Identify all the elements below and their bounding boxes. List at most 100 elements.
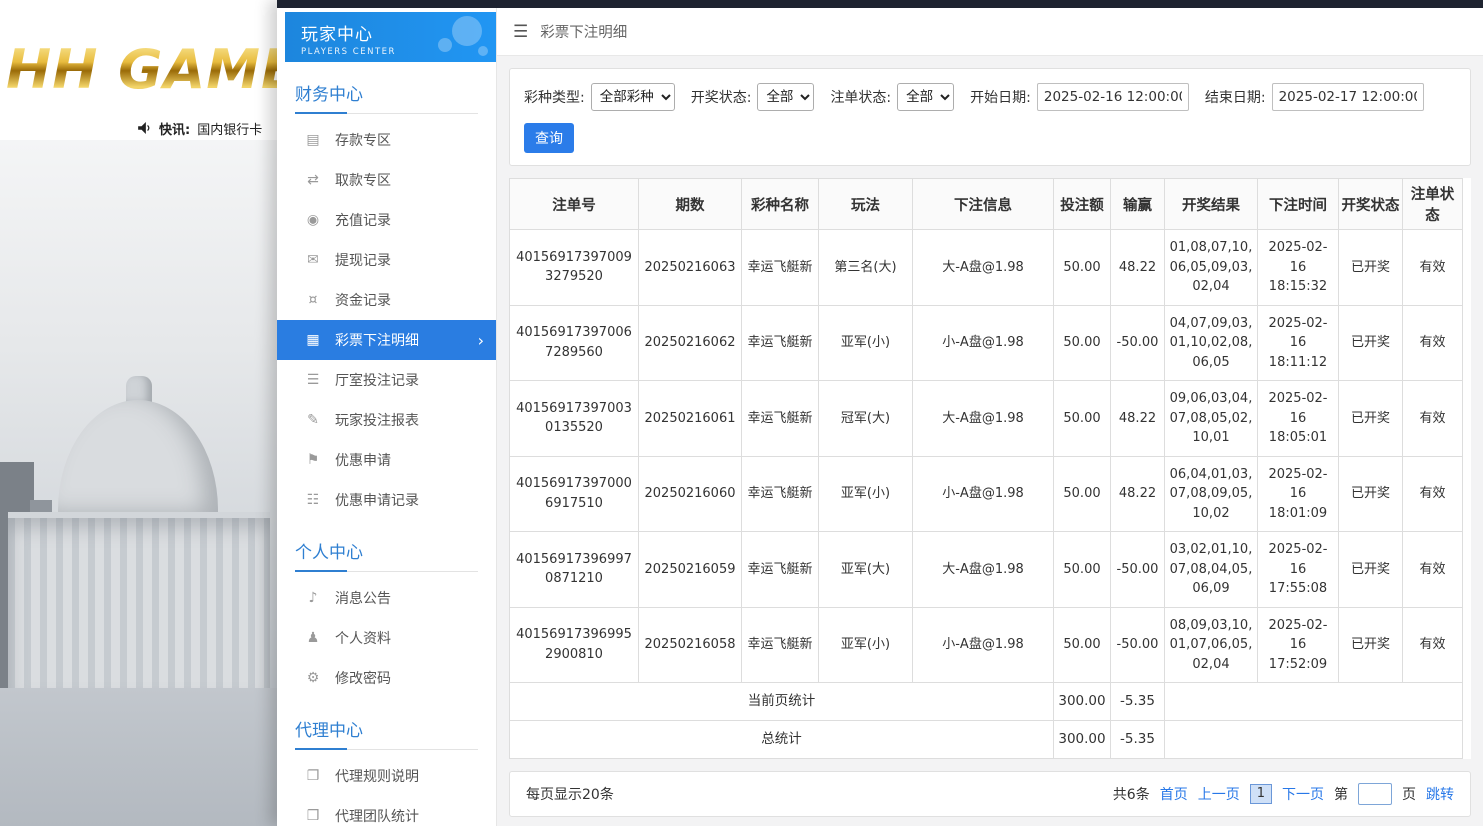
change-password-icon: ⚙ bbox=[303, 670, 323, 686]
table-cell: 幸运飞艇新 bbox=[742, 532, 819, 608]
table-row: 40156917397009327952020250216063幸运飞艇新第三名… bbox=[510, 230, 1463, 306]
table-cell: 20250216062 bbox=[639, 305, 742, 381]
bet-status-select[interactable]: 全部 bbox=[897, 83, 954, 111]
table-cell: 幸运飞艇新 bbox=[742, 607, 819, 683]
column-header: 注单状态 bbox=[1403, 179, 1463, 230]
summary-row: 总统计300.00-5.35 bbox=[510, 721, 1463, 759]
draw-status-select[interactable]: 全部 bbox=[757, 83, 814, 111]
promo-application-icon: ⚑ bbox=[303, 452, 323, 468]
table-cell: 401569173969970871210 bbox=[510, 532, 639, 608]
sidebar-item-label: 玩家投注报表 bbox=[335, 410, 419, 430]
sidebar-item-recharge-records[interactable]: ◉充值记录 bbox=[295, 200, 486, 240]
table-cell: 2025-02-16 17:52:09 bbox=[1258, 607, 1339, 683]
table-cell: 401569173970030135520 bbox=[510, 381, 639, 457]
table-cell: 01,08,07,10,06,05,09,03,02,04 bbox=[1165, 230, 1258, 306]
page-suffix-text: 页 bbox=[1402, 784, 1416, 804]
sidebar-item-label: 资金记录 bbox=[335, 290, 391, 310]
summary-bet-amount: 300.00 bbox=[1054, 721, 1111, 759]
sidebar-item-change-password[interactable]: ⚙修改密码 bbox=[295, 658, 486, 698]
table-cell: 亚军(小) bbox=[819, 305, 913, 381]
sidebar-item-hall-bet-records[interactable]: ☰厅室投注记录 bbox=[295, 360, 486, 400]
sidebar-item-agent-team-stats[interactable]: ❒代理团队统计 bbox=[295, 796, 486, 826]
column-header: 开奖结果 bbox=[1165, 179, 1258, 230]
table-cell: 03,02,01,10,07,08,04,05,06,09 bbox=[1165, 532, 1258, 608]
sidebar-item-label: 优惠申请记录 bbox=[335, 490, 419, 510]
site-background: HH GAME 快讯: 国内银行卡 bbox=[0, 0, 277, 826]
page-title: 彩票下注明细 bbox=[540, 21, 627, 42]
sidebar-item-label: 厅室投注记录 bbox=[335, 370, 419, 390]
total-count-text: 共6条 bbox=[1113, 784, 1150, 804]
end-date-input[interactable] bbox=[1272, 83, 1424, 111]
table-cell: 50.00 bbox=[1054, 381, 1111, 457]
column-header: 下注信息 bbox=[913, 179, 1054, 230]
summary-label: 总统计 bbox=[510, 721, 1054, 759]
filter-row: 彩种类型: 全部彩种 开奖状态: 全部 注单状态: 全部 开始日期: 结束日期: bbox=[524, 83, 1456, 111]
sidebar-item-promo-application-records[interactable]: ☷ 优惠申请记录 bbox=[295, 480, 486, 520]
sidebar-item-withdraw-zone[interactable]: ⇄取款专区 bbox=[295, 160, 486, 200]
sidebar-item-message-announcements[interactable]: ♪消息公告 bbox=[295, 578, 486, 618]
column-header: 彩种名称 bbox=[742, 179, 819, 230]
top-dark-strip bbox=[277, 0, 1483, 8]
recharge-records-icon: ◉ bbox=[303, 212, 323, 228]
page-number-input[interactable] bbox=[1358, 783, 1392, 805]
column-header: 下注时间 bbox=[1258, 179, 1339, 230]
table-cell: 幸运飞艇新 bbox=[742, 305, 819, 381]
end-date-label: 结束日期: bbox=[1205, 87, 1266, 107]
table-cell: 50.00 bbox=[1054, 305, 1111, 381]
sidebar-item-promo-application[interactable]: ⚑ 优惠申请 bbox=[295, 440, 486, 480]
promo-application-records-icon: ☷ bbox=[303, 492, 323, 508]
table-cell: 2025-02-16 18:05:01 bbox=[1258, 381, 1339, 457]
personal-profile-icon: ♟ bbox=[303, 630, 323, 646]
jump-link[interactable]: 跳转 bbox=[1426, 784, 1454, 804]
table-cell: 401569173969952900810 bbox=[510, 607, 639, 683]
lottery-type-select[interactable]: 全部彩种 bbox=[591, 83, 675, 111]
table-cell: 有效 bbox=[1403, 607, 1463, 683]
page-size-text: 每页显示20条 bbox=[526, 784, 614, 804]
table-cell: 50.00 bbox=[1054, 607, 1111, 683]
withdrawal-records-icon: ✉ bbox=[303, 252, 323, 268]
sidebar-item-fund-records[interactable]: ¤资金记录 bbox=[295, 280, 486, 320]
table-cell: 有效 bbox=[1403, 456, 1463, 532]
column-header: 投注额 bbox=[1054, 179, 1111, 230]
decorative-bubble bbox=[478, 46, 488, 56]
first-page-link[interactable]: 首页 bbox=[1160, 784, 1188, 804]
table-row: 40156917397003013552020250216061幸运飞艇新冠军(… bbox=[510, 381, 1463, 457]
summary-winloss: -5.35 bbox=[1111, 721, 1165, 759]
table-header-row: 注单号期数彩种名称玩法下注信息投注额输赢开奖结果下注时间开奖状态注单状态 bbox=[510, 179, 1463, 230]
prev-page-link[interactable]: 上一页 bbox=[1198, 784, 1240, 804]
sidebar-item-agent-rules[interactable]: ❐代理规则说明 bbox=[295, 756, 486, 796]
table-cell: 大-A盘@1.98 bbox=[913, 532, 1054, 608]
table-cell: -50.00 bbox=[1111, 607, 1165, 683]
sidebar-item-personal-profile[interactable]: ♟个人资料 bbox=[295, 618, 486, 658]
column-header: 注单号 bbox=[510, 179, 639, 230]
sidebar-subtitle: PLAYERS CENTER bbox=[301, 47, 484, 57]
page-prefix-text: 第 bbox=[1334, 784, 1348, 804]
sidebar-item-label: 优惠申请 bbox=[335, 450, 391, 470]
sidebar-item-deposit-zone[interactable]: ▤存款专区 bbox=[295, 120, 486, 160]
sidebar-item-player-bet-report[interactable]: ✎ 玩家投注报表 bbox=[295, 400, 486, 440]
deposit-zone-icon: ▤ bbox=[303, 132, 323, 148]
start-date-input[interactable] bbox=[1037, 83, 1189, 111]
table-cell: 2025-02-16 18:15:32 bbox=[1258, 230, 1339, 306]
table-cell: 50.00 bbox=[1054, 230, 1111, 306]
sidebar-item-label: 代理团队统计 bbox=[335, 806, 419, 826]
lottery-bet-details-icon: ▦ bbox=[303, 332, 323, 348]
search-button[interactable]: 查询 bbox=[524, 123, 574, 153]
menu-toggle-icon[interactable]: ☰ bbox=[513, 22, 528, 42]
table-cell: 冠军(大) bbox=[819, 381, 913, 457]
summary-row: 当前页统计300.00-5.35 bbox=[510, 683, 1463, 721]
bet-status-label: 注单状态: bbox=[830, 87, 891, 107]
player-bet-report-icon: ✎ bbox=[303, 412, 323, 428]
agent-rules-icon: ❐ bbox=[303, 768, 323, 784]
next-page-link[interactable]: 下一页 bbox=[1282, 784, 1324, 804]
main-area: ☰ 彩票下注明细 彩种类型: 全部彩种 开奖状态: 全部 注单状态: 全部 开始… bbox=[497, 8, 1483, 826]
sidebar-item-withdrawal-records[interactable]: ✉提现记录 bbox=[295, 240, 486, 280]
table-cell: 50.00 bbox=[1054, 456, 1111, 532]
sidebar-item-lottery-bet-details[interactable]: ▦彩票下注明细› bbox=[277, 320, 496, 360]
current-page-indicator[interactable]: 1 bbox=[1250, 784, 1272, 804]
column-header: 输赢 bbox=[1111, 179, 1165, 230]
table-cell: 2025-02-16 17:55:08 bbox=[1258, 532, 1339, 608]
table-cell: 48.22 bbox=[1111, 230, 1165, 306]
table-cell: 有效 bbox=[1403, 230, 1463, 306]
table-row: 40156917397000691751020250216060幸运飞艇新亚军(… bbox=[510, 456, 1463, 532]
